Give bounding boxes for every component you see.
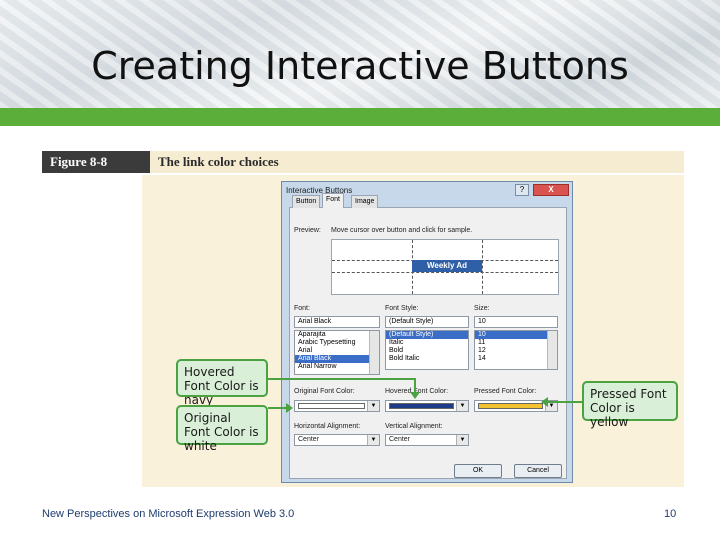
size-label: Size: [474,305,490,312]
ok-button[interactable]: OK [454,464,502,478]
pressed-color-swatch [478,403,543,409]
preview-hint: Move cursor over button and click for sa… [331,227,473,234]
font-style-input[interactable]: (Default Style) [385,316,469,328]
size-list-scrollbar[interactable] [547,331,557,369]
help-button[interactable]: ? [515,184,529,196]
cancel-button[interactable]: Cancel [514,464,562,478]
list-item[interactable]: 12 [475,347,557,355]
horizontal-alignment-value: Center [298,436,320,443]
vertical-alignment-value: Center [389,436,411,443]
list-item[interactable]: Italic [386,339,468,347]
preview-guide-bottom [332,272,558,273]
arrow-right-icon [286,403,293,413]
vertical-alignment-label: Vertical Alignment: [385,423,443,430]
list-item[interactable]: Bold [386,347,468,355]
chevron-down-icon[interactable]: ▼ [456,401,468,411]
chevron-down-icon[interactable]: ▼ [367,435,379,445]
original-color-swatch [298,403,365,409]
chevron-down-icon[interactable]: ▼ [367,401,379,411]
hovered-font-color-picker[interactable]: ▼ [385,400,469,412]
callout-original-font-color: Original Font Color is white [176,405,268,453]
font-style-label: Font Style: [385,305,419,312]
callout-connector-pressed [548,401,582,403]
font-label: Font: [294,305,310,312]
footer-course-title: New Perspectives on Microsoft Expression… [42,508,295,520]
pressed-font-color-label: Pressed Font Color: [474,388,537,395]
font-list[interactable]: Aparajita Arabic Typesetting Arial Arial… [294,330,380,375]
list-item[interactable]: Arial [295,347,379,355]
list-item[interactable]: Arial Narrow [295,363,379,371]
horizontal-alignment-label: Horizontal Alignment: [294,423,361,430]
callout-pressed-font-color: Pressed Font Color is yellow [582,381,678,429]
hovered-color-swatch [389,403,454,409]
chevron-down-icon[interactable]: ▼ [456,435,468,445]
list-item[interactable]: 11 [475,339,557,347]
preview-guide-right [482,240,483,294]
tab-button[interactable]: Button [292,195,321,208]
original-font-color-picker[interactable]: ▼ [294,400,380,412]
callout-connector-original [268,407,288,409]
list-item[interactable]: Arabic Typesetting [295,339,379,347]
horizontal-alignment-select[interactable]: Center ▼ [294,434,380,446]
interactive-buttons-dialog: Interactive Buttons ? X Button Font Imag… [281,181,573,483]
font-input[interactable]: Arial Black [294,316,380,328]
slide-title: Creating Interactive Buttons [91,44,629,88]
arrow-down-icon [410,392,420,399]
original-font-color-label: Original Font Color: [294,388,355,395]
preview-label: Preview: [294,227,321,234]
tab-font[interactable]: Font [322,193,345,208]
vertical-alignment-select[interactable]: Center ▼ [385,434,469,446]
callout-connector-hovered [268,378,415,380]
list-item[interactable]: Aparajita [295,331,379,339]
size-input[interactable]: 10 [474,316,558,328]
preview-area[interactable]: Weekly Ad [331,239,559,295]
font-list-scrollbar[interactable] [369,331,379,374]
font-style-list[interactable]: (Default Style) Italic Bold Bold Italic [385,330,469,370]
list-item[interactable]: Bold Italic [386,355,468,363]
list-item-selected[interactable]: Arial Black [295,355,379,363]
callout-hovered-font-color: Hovered Font Color is navy [176,359,268,407]
list-item-selected[interactable]: (Default Style) [386,331,468,339]
close-button[interactable]: X [533,184,569,196]
size-list[interactable]: 10 11 12 14 [474,330,558,370]
arrow-left-icon [541,397,548,407]
tab-image[interactable]: Image [351,195,379,208]
figure-title: The link color choices [158,154,279,169]
list-item-selected[interactable]: 10 [475,331,557,339]
header-accent-bar [0,108,720,126]
figure-label: Figure 8-8 [42,151,150,173]
sample-button[interactable]: Weekly Ad [412,260,482,272]
page-number: 10 [664,508,677,520]
list-item[interactable]: 14 [475,355,557,363]
font-tab-panel: Button Font Image Preview: Move cursor o… [289,193,567,479]
